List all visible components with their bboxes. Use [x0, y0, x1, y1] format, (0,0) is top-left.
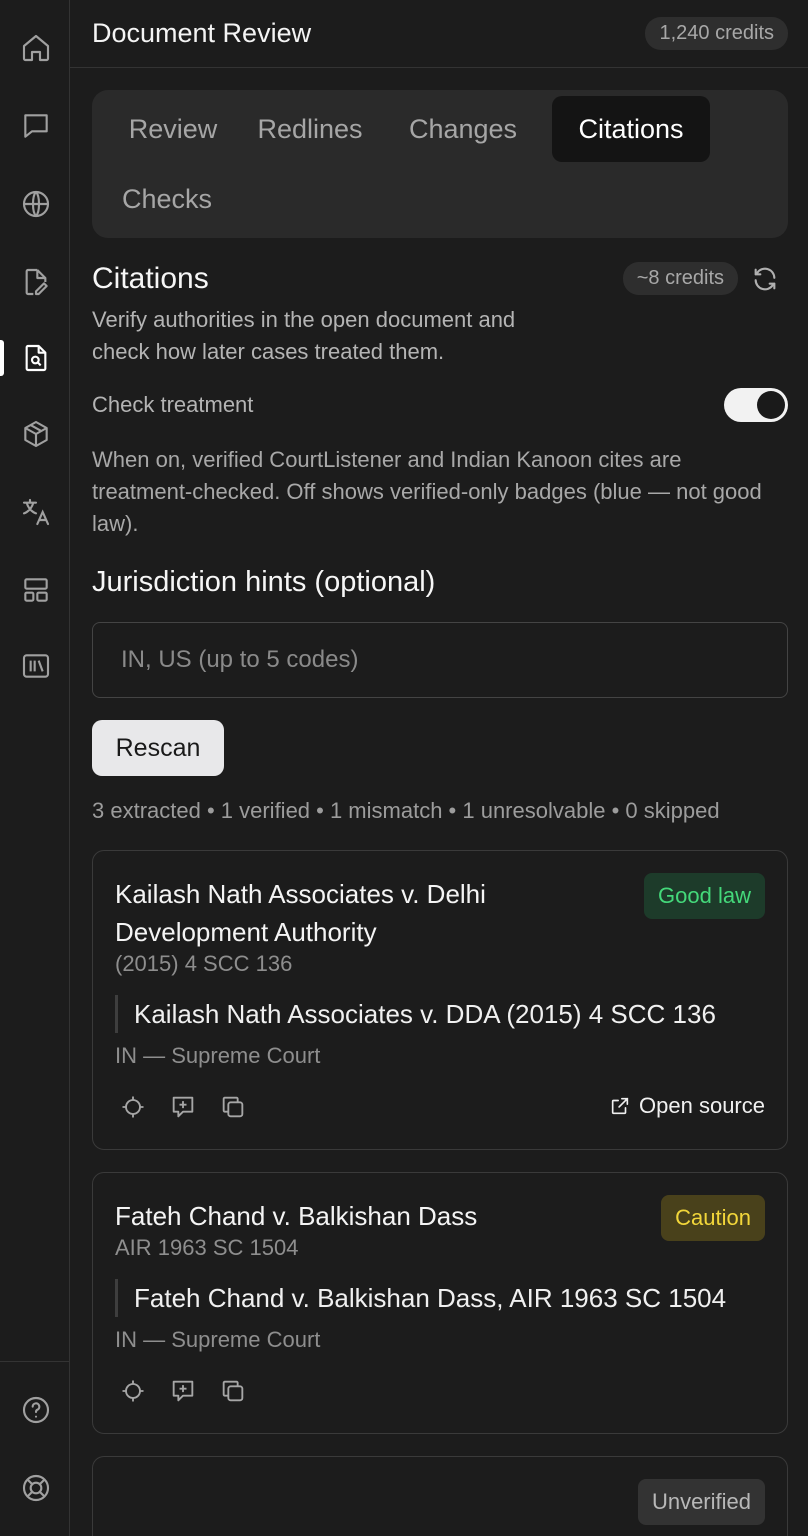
- status-badge-unverified: Unverified: [637, 1479, 765, 1525]
- status-badge-good-law: Good law: [644, 873, 765, 919]
- rescan-button[interactable]: Rescan: [92, 720, 224, 776]
- tab-changes[interactable]: Changes: [386, 96, 540, 162]
- tab-bar: Review Redlines Changes Citations Checks: [92, 90, 788, 238]
- card-actions: [115, 1089, 251, 1125]
- layout-icon[interactable]: [16, 570, 56, 610]
- page-title: Document Review: [92, 18, 312, 48]
- credits-badge: 1,240 credits: [645, 17, 788, 50]
- home-icon[interactable]: [16, 28, 56, 68]
- case-citation: (2015) 4 SCC 136: [115, 951, 293, 976]
- tab-redlines[interactable]: Redlines: [244, 96, 376, 162]
- check-treatment-toggle[interactable]: [724, 388, 788, 422]
- translate-icon[interactable]: [16, 492, 56, 532]
- refresh-icon[interactable]: [750, 264, 780, 294]
- sidebar: [0, 0, 70, 1536]
- card-actions: [115, 1373, 251, 1409]
- tab-checks[interactable]: Checks: [102, 166, 232, 232]
- extracted-quote: Kailash Nath Associates v. DDA (2015) 4 …: [115, 995, 716, 1033]
- chat-icon[interactable]: [16, 106, 56, 146]
- sidebar-divider: [0, 1361, 69, 1362]
- document-search-icon[interactable]: [16, 338, 56, 378]
- case-title: Kailash Nath Associates v. Delhi Develop…: [115, 879, 486, 947]
- citations-header: Citations Verify authorities in the open…: [92, 262, 788, 368]
- scan-summary: 3 extracted • 1 verified • 1 mismatch • …: [92, 798, 720, 823]
- case-citation: AIR 1963 SC 1504: [115, 1235, 299, 1260]
- locate-icon[interactable]: [115, 1089, 151, 1125]
- top-bar: Document Review 1,240 credits: [70, 0, 808, 68]
- app-window: Document Review 1,240 credits Review Red…: [0, 0, 808, 1536]
- library-icon[interactable]: [16, 646, 56, 686]
- open-source-label: Open source: [639, 1093, 765, 1118]
- add-comment-icon[interactable]: [165, 1089, 201, 1125]
- main-panel: Document Review 1,240 credits Review Red…: [70, 0, 808, 1536]
- copy-icon[interactable]: [215, 1089, 251, 1125]
- citation-card: Unverified: [92, 1456, 788, 1536]
- package-icon[interactable]: [16, 414, 56, 454]
- case-jurisdiction: IN — Supreme Court: [115, 1327, 321, 1352]
- lifebuoy-icon[interactable]: [16, 1468, 56, 1508]
- status-badge-caution: Caution: [661, 1195, 765, 1241]
- globe-icon[interactable]: [16, 184, 56, 224]
- check-treatment-label: Check treatment: [92, 392, 254, 417]
- copy-icon[interactable]: [215, 1373, 251, 1409]
- jurisdiction-input[interactable]: [92, 622, 788, 698]
- locate-icon[interactable]: [115, 1373, 151, 1409]
- credit-estimate-badge: ~8 credits: [622, 262, 738, 295]
- check-treatment-row: Check treatment: [92, 388, 788, 422]
- section-description: Verify authorities in the open document …: [92, 307, 516, 364]
- toggle-knob: [757, 391, 785, 419]
- add-comment-icon[interactable]: [165, 1373, 201, 1409]
- citation-card: Fateh Chand v. Balkishan Dass AIR 1963 S…: [92, 1172, 788, 1434]
- tab-citations[interactable]: Citations: [552, 96, 710, 162]
- help-icon[interactable]: [16, 1390, 56, 1430]
- tab-review[interactable]: Review: [102, 96, 244, 162]
- file-edit-icon[interactable]: [16, 262, 56, 302]
- extracted-quote: Fateh Chand v. Balkishan Dass, AIR 1963 …: [115, 1279, 726, 1317]
- citation-card: Kailash Nath Associates v. Delhi Develop…: [92, 850, 788, 1150]
- treatment-help-text: When on, verified CourtListener and Indi…: [92, 447, 762, 536]
- jurisdiction-label: Jurisdiction hints (optional): [92, 566, 436, 598]
- case-title: Fateh Chand v. Balkishan Dass: [115, 1201, 478, 1231]
- external-link-icon: [611, 1097, 629, 1115]
- active-nav-indicator: [0, 340, 4, 376]
- open-source-link[interactable]: Open source: [609, 1093, 765, 1119]
- case-jurisdiction: IN — Supreme Court: [115, 1043, 321, 1068]
